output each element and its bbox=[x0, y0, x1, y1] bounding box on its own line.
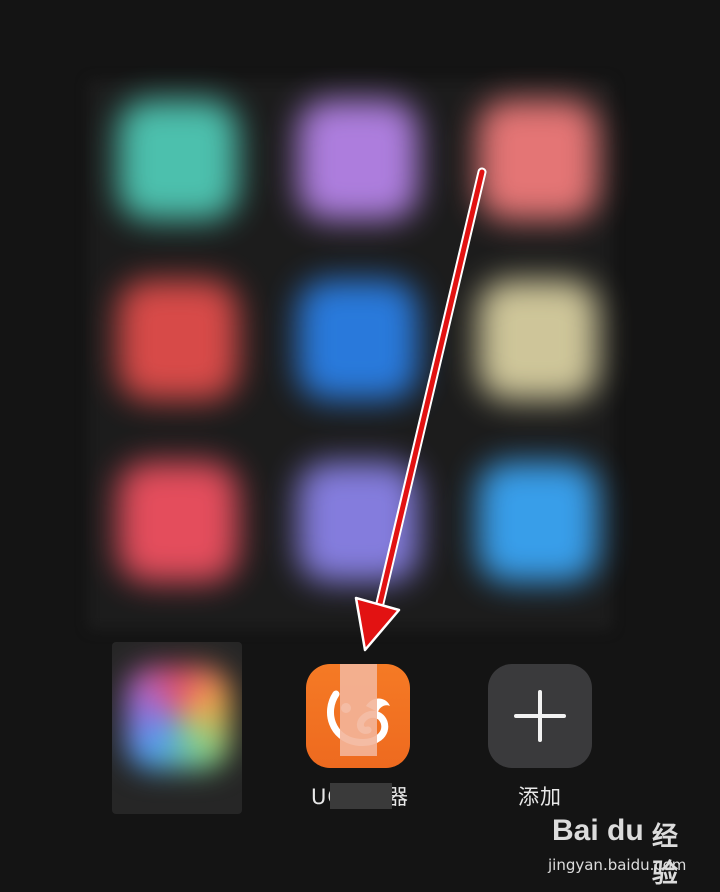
baidu-jingyan-watermark: Bai du 经验 jingyan.baidu.com bbox=[548, 808, 698, 889]
watermark-brand: 经验 bbox=[652, 822, 679, 889]
watermark-logo: Bai du bbox=[552, 814, 644, 847]
red-arrow-annotation bbox=[354, 167, 487, 652]
watermark-url: jingyan.baidu.com bbox=[548, 856, 687, 874]
